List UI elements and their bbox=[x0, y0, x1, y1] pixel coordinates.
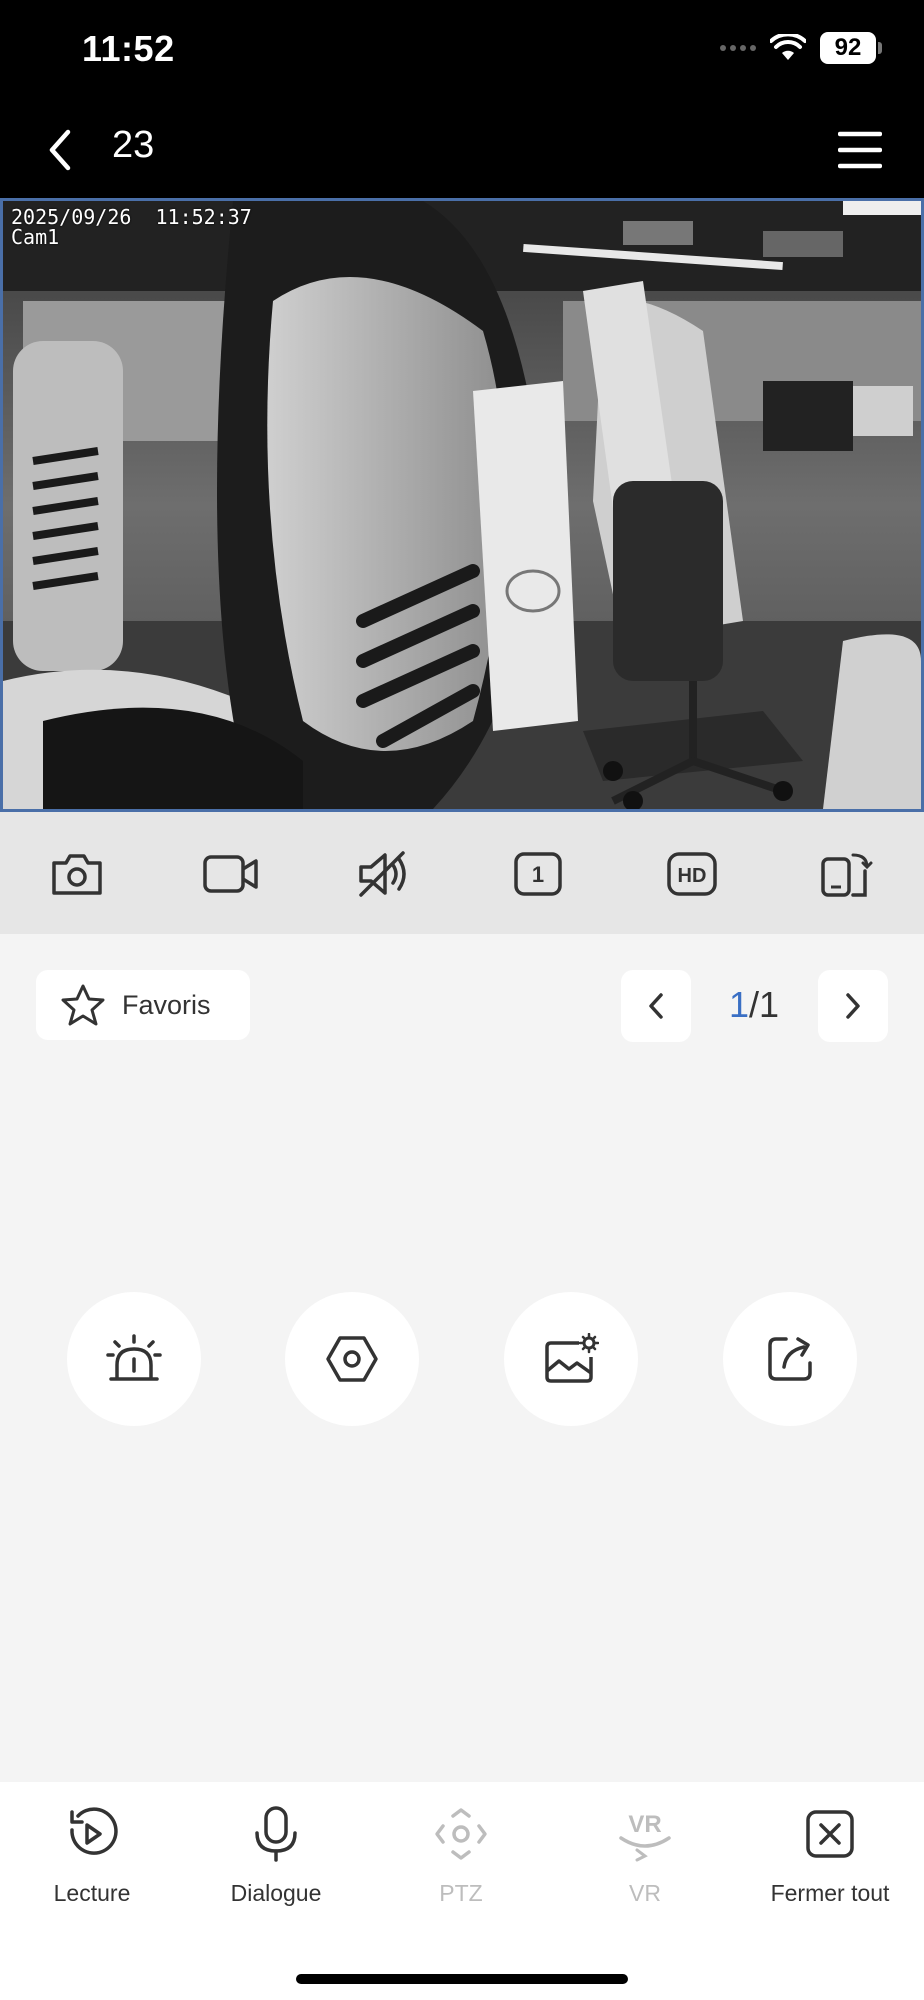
alarm-button[interactable] bbox=[67, 1292, 201, 1426]
menu-button[interactable] bbox=[832, 122, 888, 178]
bottom-nav-vr[interactable]: VR VR bbox=[565, 1802, 725, 1907]
share-button[interactable] bbox=[723, 1292, 857, 1426]
image-settings-icon bbox=[545, 1333, 599, 1383]
video-record-icon bbox=[203, 855, 258, 893]
channel-label: 1 bbox=[532, 862, 544, 887]
chevron-left-icon bbox=[49, 129, 71, 171]
alarm-siren-icon bbox=[106, 1334, 162, 1381]
bottom-nav-ptz[interactable]: PTZ bbox=[381, 1802, 541, 1907]
video-camera-name: Cam1 bbox=[11, 225, 60, 249]
status-time: 11:52 bbox=[82, 28, 175, 69]
hd-icon: HD bbox=[667, 852, 717, 896]
share-icon bbox=[768, 1337, 812, 1381]
favorites-label: Favoris bbox=[122, 989, 211, 1020]
favorites-button[interactable]: Favoris bbox=[36, 970, 250, 1040]
playback-icon bbox=[60, 1802, 124, 1866]
page-total: 1 bbox=[759, 984, 780, 1025]
chevron-left-icon bbox=[649, 993, 663, 1019]
camera-icon bbox=[52, 854, 102, 895]
next-page-button[interactable] bbox=[818, 970, 888, 1042]
bottom-nav-playback[interactable]: Lecture bbox=[12, 1802, 172, 1907]
ptz-icon bbox=[429, 1802, 493, 1866]
cellular-signal-icon bbox=[720, 45, 756, 51]
page-indicator: 1/1 bbox=[700, 984, 808, 1026]
settings-button[interactable] bbox=[285, 1292, 419, 1426]
hd-label: HD bbox=[678, 865, 707, 887]
screen-switch-icon bbox=[821, 853, 873, 897]
bottom-nav-label: Lecture bbox=[53, 1880, 131, 1906]
camera-feed-image bbox=[3, 201, 921, 809]
hexagon-settings-icon bbox=[326, 1336, 378, 1382]
mute-icon bbox=[359, 851, 406, 897]
previous-page-button[interactable] bbox=[621, 970, 691, 1042]
record-button[interactable] bbox=[199, 842, 263, 906]
vr-icon-text: VR bbox=[628, 1811, 661, 1838]
microphone-icon bbox=[244, 1802, 308, 1866]
channel-1-icon: 1 bbox=[514, 852, 562, 896]
video-toolbar: 1 HD bbox=[0, 812, 924, 934]
nav-bar: 23 bbox=[0, 100, 924, 198]
bottom-nav-dialogue[interactable]: Dialogue bbox=[196, 1802, 356, 1907]
close-all-icon bbox=[798, 1802, 862, 1866]
page-current: 1 bbox=[728, 984, 749, 1025]
bottom-nav: Lecture Dialogue PTZ VR VR Fermer tout bbox=[0, 1782, 924, 2000]
screen-switch-button[interactable] bbox=[814, 842, 878, 906]
wifi-icon bbox=[770, 34, 806, 60]
battery-indicator: 92 bbox=[820, 32, 882, 64]
home-indicator bbox=[296, 1974, 628, 1984]
bottom-nav-close-all[interactable]: Fermer tout bbox=[750, 1802, 910, 1907]
mute-button[interactable] bbox=[352, 842, 416, 906]
bottom-nav-label: PTZ bbox=[439, 1880, 483, 1906]
video-overlay: 2025/09/26 11:52:37 Cam1 bbox=[11, 207, 252, 247]
back-button[interactable] bbox=[30, 120, 90, 180]
page-title: 23 bbox=[112, 124, 155, 166]
status-bar: 11:52 92 bbox=[0, 0, 924, 100]
bottom-nav-label: VR bbox=[629, 1880, 661, 1906]
hd-button[interactable]: HD bbox=[660, 842, 724, 906]
channel-button[interactable]: 1 bbox=[506, 842, 570, 906]
vr-icon: VR bbox=[613, 1802, 677, 1866]
hamburger-menu-icon bbox=[838, 131, 882, 169]
page-separator: / bbox=[748, 984, 759, 1025]
star-icon bbox=[61, 984, 105, 1026]
snapshot-button[interactable] bbox=[45, 842, 109, 906]
bottom-nav-label: Fermer tout bbox=[770, 1880, 890, 1906]
status-indicators: 92 bbox=[720, 32, 882, 64]
chevron-right-icon bbox=[846, 993, 860, 1019]
live-video-view[interactable]: 2025/09/26 11:52:37 Cam1 bbox=[0, 198, 924, 812]
image-settings-button[interactable] bbox=[504, 1292, 638, 1426]
video-timestamp: 2025/09/26 11:52:37 bbox=[11, 205, 252, 229]
bottom-nav-label: Dialogue bbox=[230, 1880, 322, 1906]
